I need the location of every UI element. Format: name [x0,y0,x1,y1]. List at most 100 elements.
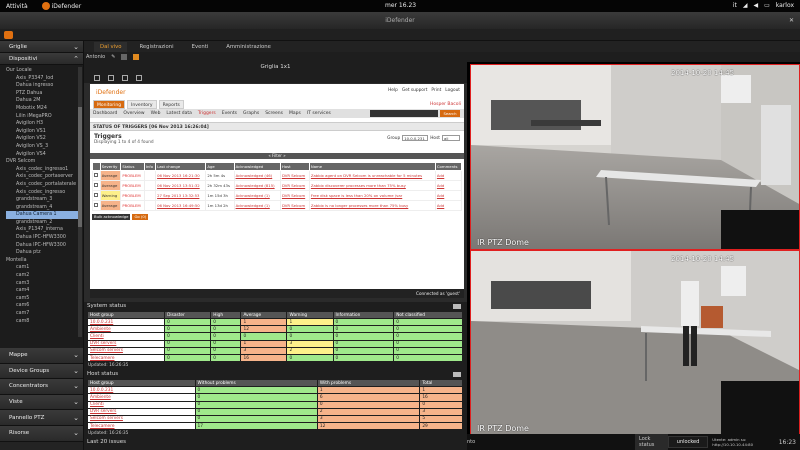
print-icon[interactable] [136,75,142,81]
trigger-last[interactable]: 06 Nov 2013 16:21:30 [155,170,207,181]
web-top-link[interactable]: Print [431,88,441,93]
row-checkbox[interactable] [92,190,101,201]
column-header[interactable]: Comments [434,162,463,171]
trigger-ack[interactable]: Acknowledged (1) [233,200,281,211]
column-header[interactable]: Last change [155,162,207,171]
column-header[interactable]: Acknowledged [233,162,281,171]
filter-toggle[interactable]: « Filter » [90,153,464,159]
window-icon[interactable] [94,75,100,81]
sidebar-section[interactable]: Viste ⌄ [0,394,83,411]
trigger-comment[interactable]: Add [434,190,463,201]
tree-item[interactable]: cam5 [6,295,83,303]
sidebar-section[interactable]: Device Groups ⌄ [0,363,83,380]
web-submenu-item[interactable]: Web [151,109,161,118]
scrollbar-thumb[interactable] [78,107,82,227]
trigger-name[interactable]: Zabbix agent on DVR Selcom is unreachabl… [308,170,436,181]
host-group-link[interactable]: Telecamere [86,353,166,363]
tree-scrollbar[interactable] [78,67,82,337]
tree-item[interactable]: Avigilon VS2 [6,135,83,143]
tree-item[interactable]: Avigilon VS4 [6,151,83,159]
tree-item[interactable]: PTZ Dahua [6,90,83,98]
pen-icon[interactable] [108,75,114,81]
bulk-ack-select[interactable]: Bulk acknowledge [92,214,131,220]
tree-item[interactable]: cam8 [6,318,83,326]
tab[interactable]: Dal vivo [94,42,128,52]
tree-item[interactable]: Axis_codec_portaserver [6,173,83,181]
tree-item[interactable]: Mobotix M24 [6,105,83,113]
web-submenu-item[interactable]: IT services [307,109,331,118]
tree-item[interactable]: Our Locale [6,67,83,75]
web-top-link[interactable]: Help [388,88,398,93]
web-menu-item[interactable]: Inventory [127,100,157,109]
save-icon[interactable] [121,54,128,60]
trigger-last[interactable]: 27 Sep 2013 13:32:53 [155,190,207,201]
tree-item[interactable]: Avigilon H3 [6,120,83,128]
tree-item[interactable]: cam4 [6,287,83,295]
web-user[interactable]: Hosper Bacoli [427,100,464,109]
web-submenu-item[interactable]: Overview [123,109,144,118]
grid-icon[interactable] [133,54,140,60]
trigger-name[interactable]: Zabbix is no longer processes more than … [308,200,436,211]
trigger-ack[interactable]: Acknowledged (815) [233,180,281,191]
column-header[interactable]: Name [308,162,436,171]
row-checkbox[interactable] [92,170,101,181]
trigger-host[interactable]: DVR Selcom [279,170,310,181]
host-group-link[interactable]: Selcom servers [87,414,196,424]
host-group-link[interactable]: Clienti [87,400,196,409]
tree-item[interactable]: DVR Selcom [6,158,83,166]
widget-menu-icon[interactable] [453,304,461,309]
tab[interactable]: Registrazioni [133,42,179,52]
tree-item[interactable]: Avigilon VS1 [6,128,83,136]
tree-item[interactable]: Dahua IPC-HFW3300 [6,234,83,242]
tab[interactable]: Eventi [186,42,215,52]
trigger-name[interactable]: Zabbix discoverer processes more than 75… [308,180,436,191]
trigger-host[interactable]: DVR Selcom [279,180,310,191]
tree-item[interactable]: grandstream_4 [6,204,83,212]
tree-item[interactable]: Lilin iMegaPRO [6,113,83,121]
host-group-link[interactable]: Selcom servers [86,346,166,355]
tree-item[interactable]: Dahua IPC-HFW3300 [6,242,83,250]
sidebar-section[interactable]: Pannello PTZ ⌄ [0,410,83,426]
web-submenu-item[interactable]: Events [222,109,237,118]
tree-item[interactable]: Montella [6,257,83,265]
tree-item[interactable]: Axis_P1347_interna [6,226,83,234]
sidebar-section[interactable]: Concentrators ⌄ [0,379,83,395]
trigger-host[interactable]: DVR Selcom [279,190,310,201]
close-icon[interactable]: ✕ [789,12,794,29]
app-menu[interactable]: iDefender [41,2,81,10]
column-header[interactable]: Severity [99,162,122,171]
trigger-last[interactable]: 06 Nov 2013 16:49:50 [155,200,207,211]
trigger-name[interactable]: Free disk space is less than 20% on volu… [308,190,436,201]
sidebar-section-dispositivi[interactable]: Dispositivi ⌃ [0,53,83,65]
sidebar-section[interactable]: Risorse ⌄ [0,425,83,442]
host-group-link[interactable]: 10.0.0.231 [87,386,196,395]
tree-item[interactable]: Axis_codec_ingresso1 [6,166,83,174]
tree-item[interactable]: grandstream_3 [6,196,83,204]
sidebar-section[interactable]: Mappe ⌄ [0,348,83,364]
host-group-link[interactable]: 10.0.0.231 [86,317,166,327]
web-top-link[interactable]: Logout [445,88,460,93]
column-header[interactable] [92,162,101,171]
web-top-link[interactable]: Get support [402,88,428,93]
go-button[interactable]: Go (0) [132,214,149,220]
tree-item[interactable]: Axis_codec_ingresso [6,189,83,197]
group-select[interactable]: 10.0.0.231 [402,135,429,141]
column-header[interactable]: Status [120,162,145,171]
tree-item[interactable]: Axis_P3347_Iod [6,75,83,83]
host-group-link[interactable]: Ambiente [87,393,196,402]
user-menu[interactable]: karlox [776,2,794,9]
camera-view-2[interactable]: 2014-10-20 14:45 IR PTZ Dome [470,250,800,436]
web-menu-item[interactable]: Monitoring [93,100,126,109]
tree-item[interactable]: Dahua Camera 1 [6,211,79,219]
web-submenu-item[interactable]: Triggers [198,109,216,118]
tree-item[interactable]: grandstream_2 [6,219,83,227]
trigger-ack[interactable]: Acknowledged (1) [233,190,281,201]
host-group-link[interactable]: DVR servers [86,339,166,348]
column-header[interactable]: Host [279,162,310,171]
trigger-host[interactable]: DVR Selcom [279,200,310,211]
host-select[interactable]: all [442,135,460,141]
trigger-comment[interactable]: Add [434,200,463,211]
camera-view-1[interactable]: 2014-10-20 14:45 IR PTZ Dome [470,64,800,250]
host-group-link[interactable]: DVR servers [87,407,196,416]
tree-item[interactable]: Dahua ptz [6,249,83,257]
